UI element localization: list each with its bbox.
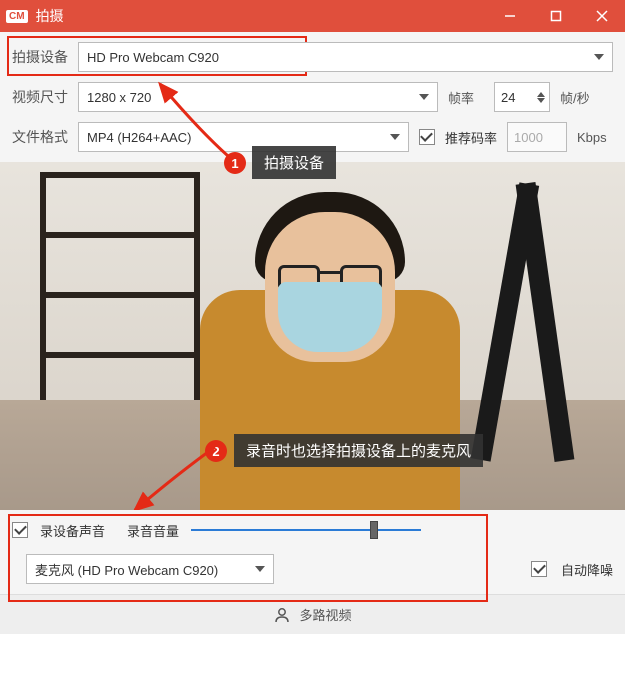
- size-dropdown[interactable]: 1280 x 720: [78, 82, 438, 112]
- record-device-audio-label: 录设备声音: [40, 521, 105, 540]
- maximize-button[interactable]: [533, 0, 579, 32]
- record-device-audio-checkbox[interactable]: [12, 522, 28, 538]
- chevron-down-icon: [255, 566, 265, 572]
- callout-badge-2: 2: [205, 440, 227, 462]
- volume-label: 录音音量: [127, 521, 179, 540]
- size-label: 视频尺寸: [12, 87, 68, 107]
- spinner-down-icon[interactable]: [537, 98, 545, 103]
- chevron-down-icon: [419, 94, 429, 100]
- device-label: 拍摄设备: [12, 47, 68, 67]
- mic-dropdown[interactable]: 麦克风 (HD Pro Webcam C920): [26, 554, 274, 584]
- fps-value: 24: [501, 90, 537, 105]
- denoise-checkbox[interactable]: [531, 561, 547, 577]
- device-dropdown[interactable]: HD Pro Webcam C920: [78, 42, 613, 72]
- denoise-label: 自动降噪: [561, 560, 613, 579]
- format-label: 文件格式: [12, 127, 68, 147]
- recommend-bitrate-label: 推荐码率: [445, 128, 497, 147]
- close-button[interactable]: [579, 0, 625, 32]
- window-title: 拍摄: [36, 6, 64, 26]
- titlebar: CM 拍摄: [0, 0, 625, 32]
- slider-thumb[interactable]: [370, 521, 378, 539]
- chevron-down-icon: [390, 134, 400, 140]
- fps-label: 帧率: [448, 88, 484, 107]
- minimize-button[interactable]: [487, 0, 533, 32]
- format-dropdown[interactable]: MP4 (H264+AAC): [78, 122, 409, 152]
- size-value: 1280 x 720: [87, 90, 419, 105]
- device-value: HD Pro Webcam C920: [87, 50, 594, 65]
- bitrate-input[interactable]: 1000: [507, 122, 567, 152]
- bitrate-value: 1000: [514, 130, 543, 145]
- callout-badge-1: 1: [224, 152, 246, 174]
- callout-text-2: 录音时也选择拍摄设备上的麦克风: [234, 434, 483, 467]
- user-icon: [273, 606, 291, 624]
- video-preview: 2 录音时也选择拍摄设备上的麦克风: [0, 162, 625, 510]
- multiview-label: 多路视频: [299, 605, 351, 624]
- mic-value: 麦克风 (HD Pro Webcam C920): [35, 560, 255, 579]
- callout-text-1: 拍摄设备: [252, 146, 336, 179]
- fps-spinner[interactable]: 24: [494, 82, 550, 112]
- app-logo: CM: [6, 10, 28, 23]
- spinner-up-icon[interactable]: [537, 92, 545, 97]
- settings-panel: 拍摄设备 HD Pro Webcam C920 视频尺寸 1280 x 720 …: [0, 32, 625, 162]
- volume-slider[interactable]: [191, 520, 421, 540]
- chevron-down-icon: [594, 54, 604, 60]
- fps-unit: 帧/秒: [560, 88, 596, 107]
- bitrate-unit: Kbps: [577, 130, 613, 145]
- recommend-bitrate-checkbox[interactable]: [419, 129, 435, 145]
- audio-panel: 录设备声音 录音音量 麦克风 (HD Pro Webcam C920) 自动降噪: [0, 510, 625, 594]
- format-value: MP4 (H264+AAC): [87, 130, 390, 145]
- multiview-button[interactable]: 多路视频: [0, 594, 625, 634]
